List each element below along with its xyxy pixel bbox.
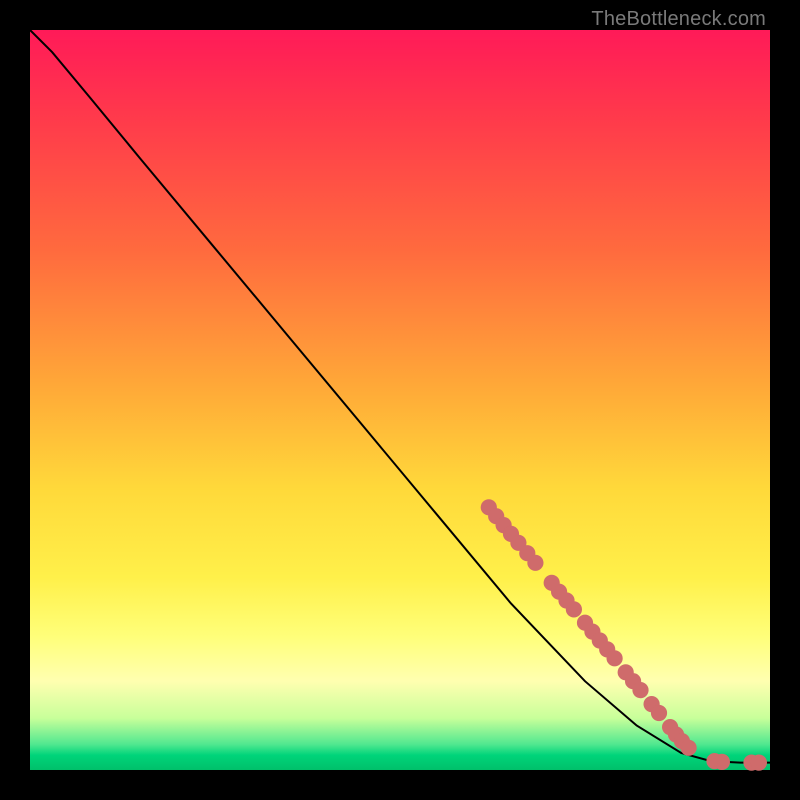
chart-overlay	[30, 30, 770, 770]
data-dot	[751, 755, 767, 771]
plot-area	[30, 30, 770, 770]
data-dot	[607, 650, 623, 666]
data-dot	[651, 705, 667, 721]
data-dot	[527, 555, 543, 571]
chart-frame: TheBottleneck.com	[0, 0, 800, 800]
data-dots-group	[481, 499, 767, 771]
watermark-label: TheBottleneck.com	[591, 8, 766, 31]
data-dot	[714, 754, 730, 770]
data-dot	[681, 740, 697, 756]
data-dot	[632, 682, 648, 698]
data-dot	[566, 601, 582, 617]
bottleneck-curve	[30, 30, 770, 763]
